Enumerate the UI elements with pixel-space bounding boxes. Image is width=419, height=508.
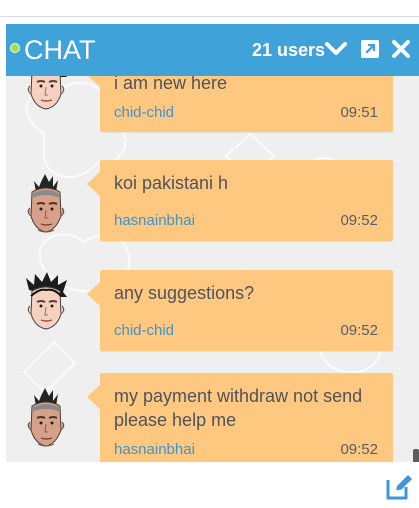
chat-header: CHAT 21 users — [6, 24, 419, 76]
message-username[interactable]: hasnainbhai — [114, 212, 195, 230]
avatar — [22, 272, 70, 332]
message-bubble: any suggestions? chid-chid 09:52 — [87, 270, 393, 351]
avatar — [22, 388, 70, 448]
chat-widget: CHAT 21 users i am new here chid-chid 09… — [6, 24, 419, 508]
message-time: 09:51 — [340, 104, 378, 121]
message-list-scrollbar[interactable] — [413, 449, 419, 462]
message-composer[interactable] — [6, 462, 419, 508]
compose-icon[interactable] — [384, 472, 414, 502]
page-divider — [0, 16, 419, 17]
message-time: 09:52 — [340, 441, 378, 458]
users-count[interactable]: 21 users — [252, 40, 325, 60]
message-username[interactable]: chid-chid — [114, 104, 174, 122]
chat-page: CHAT 21 users i am new here chid-chid 09… — [0, 0, 419, 508]
message-text: koi pakistani h — [114, 173, 229, 193]
chevron-down-icon[interactable] — [324, 37, 348, 61]
external-window-icon[interactable] — [358, 37, 382, 61]
avatar — [22, 76, 70, 112]
message-text: i am new here — [114, 76, 228, 93]
message-list[interactable]: i am new here chid-chid 09:51 koi pakist… — [6, 76, 419, 462]
chat-title: CHAT — [24, 35, 96, 65]
message-bubble: koi pakistani h hasnainbhai 09:52 — [87, 160, 393, 241]
message-text: my payment withdraw not send please help… — [114, 386, 363, 430]
message-item: my payment withdraw not send please help… — [6, 373, 419, 462]
message-time: 09:52 — [340, 212, 378, 229]
message-bubble: i am new here chid-chid 09:51 — [87, 76, 393, 132]
online-status-icon — [10, 43, 20, 53]
message-item: i am new here chid-chid 09:51 — [6, 76, 419, 142]
message-username[interactable]: hasnainbhai — [114, 441, 195, 459]
message-time: 09:52 — [340, 322, 378, 339]
avatar — [22, 174, 70, 234]
message-username[interactable]: chid-chid — [114, 322, 174, 340]
close-icon[interactable] — [389, 37, 413, 61]
message-text: any suggestions? — [114, 283, 255, 303]
message-item: any suggestions? chid-chid 09:52 — [6, 270, 419, 370]
message-bubble: my payment withdraw not send please help… — [87, 373, 393, 462]
message-item: koi pakistani h hasnainbhai 09:52 — [6, 160, 419, 264]
